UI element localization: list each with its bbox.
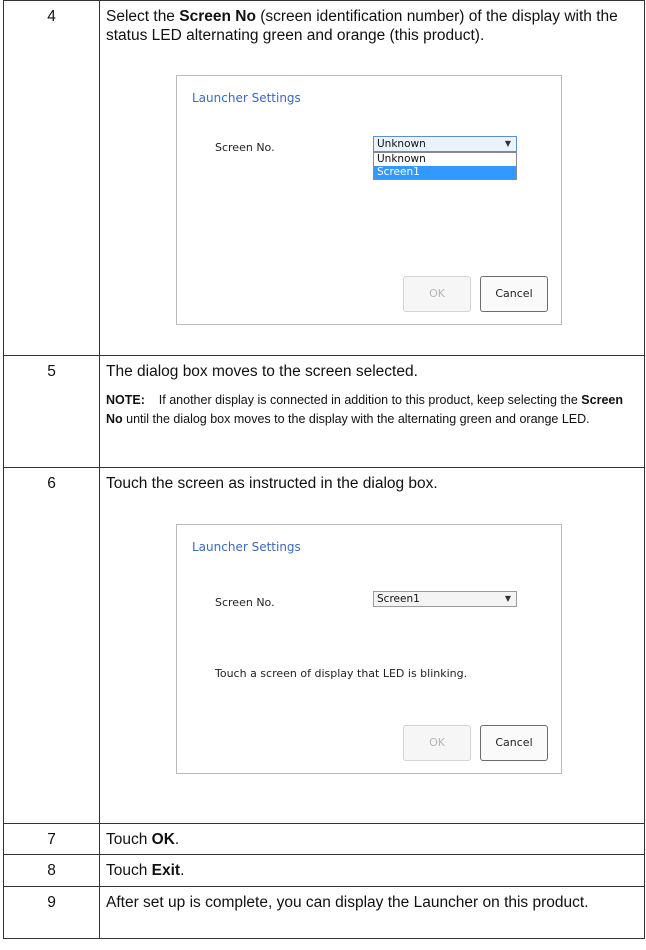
step-row-7: 7 Touch OK. — [3, 823, 645, 855]
dropdown-option[interactable]: Unknown — [374, 153, 516, 166]
steps-table: 4 Select the Screen No (screen identific… — [3, 0, 645, 939]
select-value: Screen1 — [377, 593, 420, 605]
step-text-part: Touch — [106, 831, 152, 848]
screen-no-select[interactable]: Screen1 ▼ — [373, 591, 517, 607]
step-text-part: Touch — [106, 862, 152, 879]
ok-button[interactable]: OK — [403, 276, 471, 312]
step-text: Select the Screen No (screen identificat… — [106, 7, 632, 45]
step-text-bold: Exit — [151, 862, 181, 879]
step-text-part: . — [180, 862, 185, 879]
dropdown-option-highlighted[interactable]: Screen1 — [374, 166, 516, 179]
launcher-settings-dialog: Launcher Settings Screen No. Unknown ▼ U… — [176, 75, 562, 325]
step-number: 6 — [3, 467, 100, 824]
screen-no-dropdown: Unknown Screen1 — [373, 152, 517, 180]
step-number: 8 — [3, 854, 100, 887]
note-text: If another display is connected in addit… — [158, 393, 582, 407]
step-text-bold: Screen No — [179, 8, 256, 25]
step-text-bold: OK — [151, 831, 175, 848]
screen-no-label: Screen No. — [215, 141, 275, 154]
step-row-6: 6 Touch the screen as instructed in the … — [3, 467, 645, 824]
screen-no-label: Screen No. — [215, 596, 275, 609]
step-text: Touch OK. — [106, 830, 632, 849]
step-number: 7 — [3, 823, 100, 855]
dialog-title: Launcher Settings — [192, 540, 301, 554]
step-body: After set up is complete, you can displa… — [99, 886, 645, 939]
step-row-9: 9 After set up is complete, you can disp… — [3, 886, 645, 939]
step-number: 9 — [3, 886, 100, 939]
note: NOTE: If another display is connected in… — [106, 391, 632, 429]
step-body: Touch Exit. — [99, 854, 645, 887]
ok-button[interactable]: OK — [403, 725, 471, 761]
step-text: The dialog box moves to the screen selec… — [106, 363, 418, 380]
note-text: until the dialog box moves to the displa… — [122, 412, 590, 426]
step-number: 4 — [3, 0, 100, 356]
step-row-4: 4 Select the Screen No (screen identific… — [3, 0, 645, 356]
cancel-button[interactable]: Cancel — [480, 276, 548, 312]
step-text-part: Select the — [106, 8, 180, 25]
step-text-part: . — [174, 831, 180, 848]
step-body: Touch OK. — [99, 823, 645, 855]
step-text: Touch the screen as instructed in the di… — [106, 475, 438, 492]
step-number: 5 — [3, 355, 100, 468]
cancel-button[interactable]: Cancel — [480, 725, 548, 761]
launcher-settings-dialog: Launcher Settings Screen No. Screen1 ▼ T… — [176, 524, 562, 774]
chevron-down-icon: ▼ — [504, 139, 511, 148]
select-value: Unknown — [377, 138, 426, 150]
step-body: Touch the screen as instructed in the di… — [99, 467, 645, 824]
step-text: After set up is complete, you can displa… — [106, 894, 589, 911]
step-body: The dialog box moves to the screen selec… — [99, 355, 645, 468]
screen-no-select[interactable]: Unknown ▼ — [373, 136, 517, 152]
dialog-title: Launcher Settings — [192, 91, 301, 105]
step-body: Select the Screen No (screen identificat… — [99, 0, 645, 356]
step-row-5: 5 The dialog box moves to the screen sel… — [3, 355, 645, 468]
chevron-down-icon: ▼ — [504, 594, 511, 603]
step-text: Touch Exit. — [106, 861, 632, 880]
dialog-instruction: Touch a screen of display that LED is bl… — [215, 667, 468, 680]
note-label: NOTE: — [106, 393, 145, 407]
step-row-8: 8 Touch Exit. — [3, 854, 645, 887]
